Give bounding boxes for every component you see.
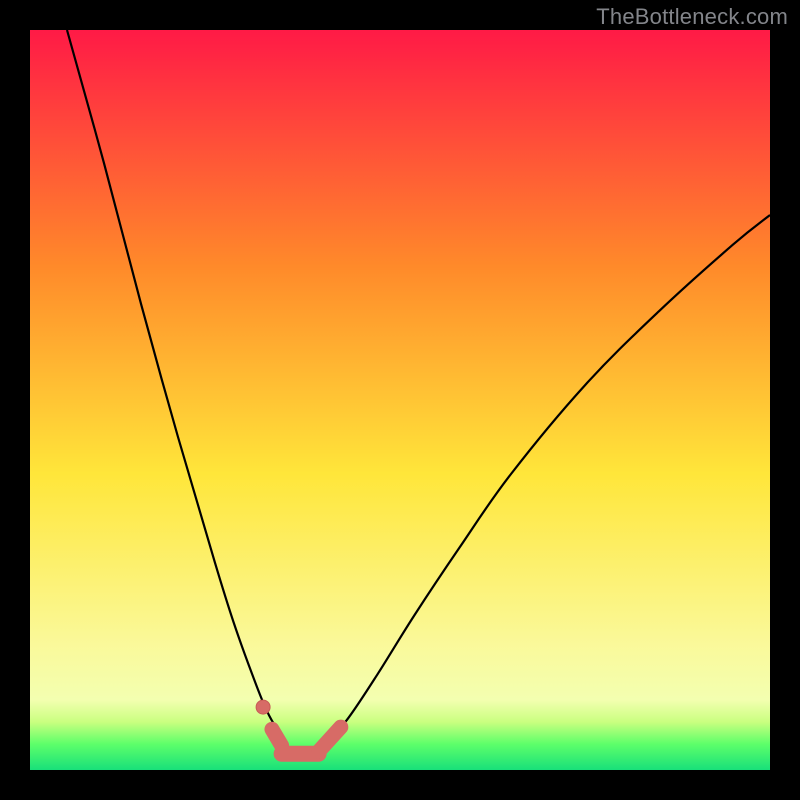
- plot-area: [30, 30, 770, 770]
- watermark-text: TheBottleneck.com: [596, 4, 788, 30]
- bottleneck-chart: [0, 0, 800, 800]
- marker-segment-1: [272, 729, 282, 745]
- marker-dot: [256, 700, 270, 714]
- chart-container: TheBottleneck.com: [0, 0, 800, 800]
